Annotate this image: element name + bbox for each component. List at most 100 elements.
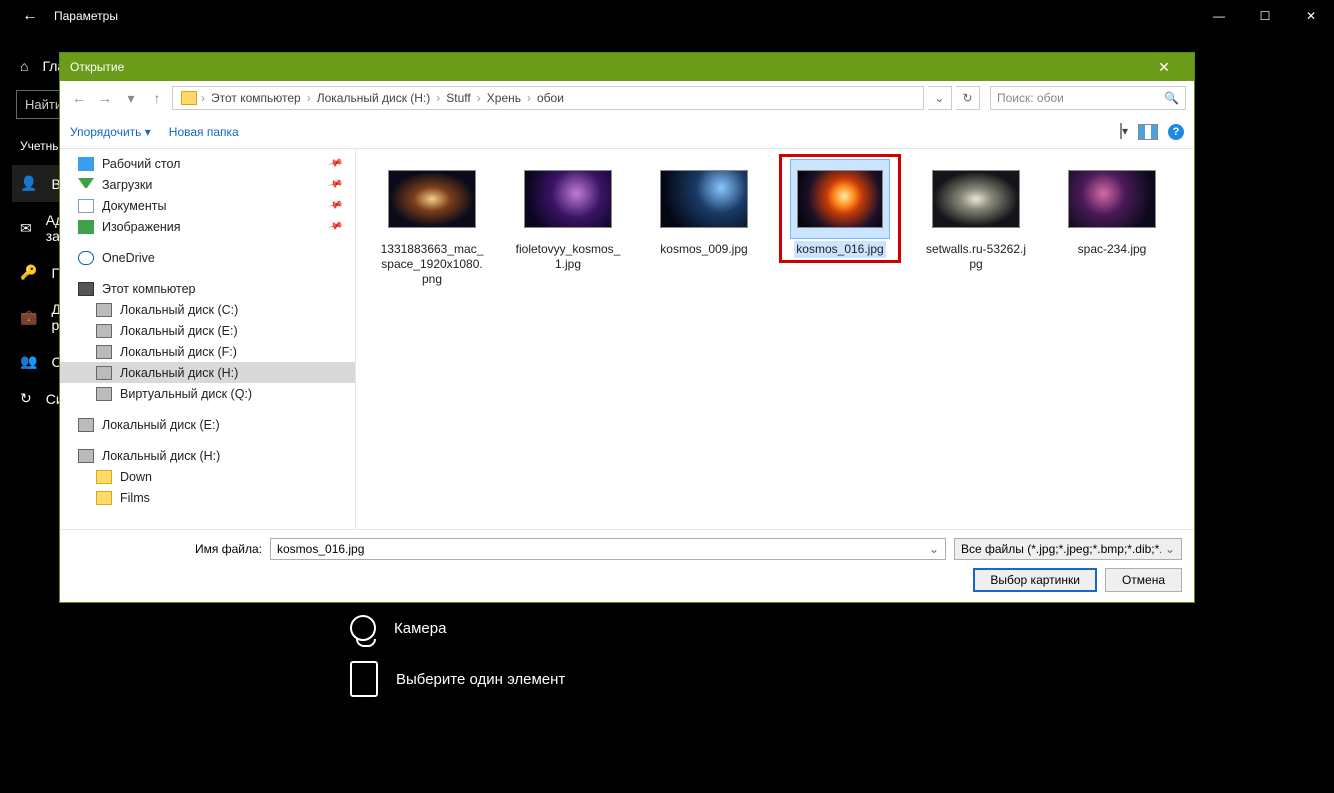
file-name: spac-234.jpg <box>1076 241 1149 258</box>
dialog-nav: ← → ▾ ↑ › Этот компьютер› Локальный диск… <box>60 81 1194 115</box>
file-item[interactable]: fioletovyy_kosmos_1.jpg <box>512 159 624 273</box>
pin-icon: 📌 <box>327 219 343 235</box>
tree-label: Локальный диск (E:) <box>120 324 238 338</box>
nav-recent-icon[interactable]: ▾ <box>120 90 142 107</box>
tree-label: Локальный диск (H:) <box>120 366 238 380</box>
tree-drive-c[interactable]: Локальный диск (C:) <box>60 299 355 320</box>
folder-icon <box>96 470 112 484</box>
close-icon[interactable]: ✕ <box>1288 9 1334 23</box>
tree-drive-q[interactable]: Виртуальный диск (Q:) <box>60 383 355 404</box>
pc-icon <box>78 282 94 296</box>
tree-label: Локальный диск (E:) <box>102 418 220 432</box>
drive-icon <box>96 366 112 380</box>
tree-label: OneDrive <box>102 251 155 265</box>
tree-desktop[interactable]: Рабочий стол📌 <box>60 153 355 174</box>
breadcrumb-dropdown[interactable]: ⌄ <box>928 86 952 110</box>
filename-input[interactable]: kosmos_016.jpg ⌄ <box>270 538 946 560</box>
crumb-thispc[interactable]: Этот компьютер <box>205 91 307 105</box>
tree-drive-h[interactable]: Локальный диск (H:) <box>60 362 355 383</box>
file-open-dialog: Открытие ✕ ← → ▾ ↑ › Этот компьютер› Лок… <box>59 52 1195 603</box>
crumb-hren[interactable]: Хрень <box>481 91 527 105</box>
file-name: kosmos_009.jpg <box>658 241 749 258</box>
cancel-button[interactable]: Отмена <box>1105 568 1182 592</box>
breadcrumb[interactable]: › Этот компьютер› Локальный диск (H:)› S… <box>172 86 924 110</box>
refresh-icon[interactable]: ↻ <box>956 86 980 110</box>
search-placeholder: Поиск: обои <box>997 91 1064 105</box>
filetype-select[interactable]: Все файлы (*.jpg;*.jpeg;*.bmp;*.dib;*.pn… <box>954 538 1182 560</box>
tree-drive-h2[interactable]: Локальный диск (H:) <box>60 445 355 466</box>
dialog-titlebar: Открытие ✕ <box>60 53 1194 81</box>
tree-label: Документы <box>102 199 166 213</box>
filename-value: kosmos_016.jpg <box>277 542 364 556</box>
tree-downloads[interactable]: Загрузки 📌 <box>60 174 355 195</box>
sync-icon: ↻ <box>20 390 32 407</box>
tree-folder-films[interactable]: Films <box>60 487 355 508</box>
home-icon: ⌂ <box>20 58 28 74</box>
view-menu[interactable]: ▾ <box>1120 124 1128 140</box>
folder-icon <box>181 91 197 105</box>
file-item-selected[interactable]: kosmos_016.jpg <box>784 159 896 258</box>
tree-label: Films <box>120 491 150 505</box>
drive-icon <box>96 345 112 359</box>
tree-label: Down <box>120 470 152 484</box>
nav-fwd-icon[interactable]: → <box>94 90 116 106</box>
file-item[interactable]: setwalls.ru-53262.jpg <box>920 159 1032 273</box>
dialog-close-icon[interactable]: ✕ <box>1144 59 1184 76</box>
tree-drive-e[interactable]: Локальный диск (E:) <box>60 320 355 341</box>
crumb-oboi[interactable]: обои <box>531 91 570 105</box>
file-name: setwalls.ru-53262.jpg <box>921 241 1031 273</box>
camera-row[interactable]: Камера <box>350 615 1334 641</box>
thumbnail <box>524 170 612 228</box>
crumb-stuff[interactable]: Stuff <box>440 91 476 105</box>
onedrive-icon <box>78 251 94 265</box>
tree-pictures[interactable]: Изображения📌 <box>60 216 355 237</box>
organize-button[interactable]: Упорядочить ▾ <box>70 125 151 139</box>
tree-label: Локальный диск (F:) <box>120 345 237 359</box>
crumb-drive[interactable]: Локальный диск (H:) <box>311 91 437 105</box>
camera-label: Камера <box>394 620 446 637</box>
minimize-icon[interactable]: — <box>1196 9 1242 23</box>
pin-icon: 📌 <box>327 198 343 214</box>
dialog-search[interactable]: Поиск: обои 🔍 <box>990 86 1186 110</box>
filename-label: Имя файла: <box>72 542 262 556</box>
folder-tree[interactable]: Рабочий стол📌 Загрузки 📌 Документы 📌 Изобр… <box>60 149 356 529</box>
preview-pane-icon[interactable] <box>1138 124 1158 140</box>
element-icon <box>350 661 378 697</box>
file-item[interactable]: 1331883663_mac_space_1920x1080.png <box>376 159 488 288</box>
downloads-icon <box>78 178 94 192</box>
help-icon[interactable]: ? <box>1168 124 1184 140</box>
newfolder-button[interactable]: Новая папка <box>169 125 239 139</box>
thumbnail <box>1068 170 1156 228</box>
tree-label: Локальный диск (H:) <box>102 449 220 463</box>
file-item[interactable]: kosmos_009.jpg <box>648 159 760 258</box>
chevron-down-icon[interactable]: ⌄ <box>929 542 939 556</box>
tree-thispc[interactable]: Этот компьютер <box>60 278 355 299</box>
file-list[interactable]: 1331883663_mac_space_1920x1080.png fiole… <box>356 149 1194 529</box>
pick-row[interactable]: Выберите один элемент <box>350 661 1334 697</box>
thumbnail <box>932 170 1020 228</box>
chevron-down-icon[interactable]: ⌄ <box>1165 542 1175 556</box>
pin-icon: 📌 <box>327 177 343 193</box>
people-icon: 👥 <box>20 353 37 370</box>
drive-icon <box>78 418 94 432</box>
nav-back-icon[interactable]: ← <box>68 90 90 106</box>
open-button[interactable]: Выбор картинки <box>973 568 1097 592</box>
open-button-highlight: Выбор картинки <box>973 568 1097 592</box>
tree-folder-down[interactable]: Down <box>60 466 355 487</box>
maximize-icon[interactable]: ☐ <box>1242 9 1288 23</box>
search-icon: 🔍 <box>1164 91 1179 105</box>
nav-up-icon[interactable]: ↑ <box>146 90 168 106</box>
drive-icon <box>96 324 112 338</box>
window-controls: — ☐ ✕ <box>1196 9 1334 23</box>
tree-onedrive[interactable]: OneDrive <box>60 247 355 268</box>
dialog-toolbar: Упорядочить ▾ Новая папка ▾ ? <box>60 115 1194 149</box>
tree-drive-f[interactable]: Локальный диск (F:) <box>60 341 355 362</box>
tree-label: Виртуальный диск (Q:) <box>120 387 252 401</box>
tree-documents[interactable]: Документы 📌 <box>60 195 355 216</box>
tree-label: Загрузки <box>102 178 152 192</box>
back-icon[interactable]: ← <box>14 7 46 25</box>
tree-drive-e2[interactable]: Локальный диск (E:) <box>60 414 355 435</box>
file-item[interactable]: spac-234.jpg <box>1056 159 1168 258</box>
thumbnail <box>660 170 748 228</box>
desktop-icon <box>78 157 94 171</box>
